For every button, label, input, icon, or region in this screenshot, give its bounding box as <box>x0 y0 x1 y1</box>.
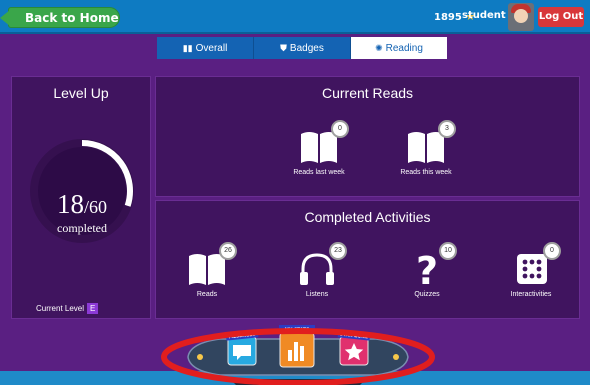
tab-overall[interactable]: ▮▮ Overall <box>157 37 254 59</box>
stat-label: Listens <box>305 291 329 298</box>
book-icon: 26 <box>187 242 237 287</box>
stat-label: Interactivities <box>510 291 552 298</box>
headphones-icon: 23 <box>297 242 347 287</box>
level-up-panel: Level Up 18/60 completed Current Level E <box>11 76 151 319</box>
current-level: Current Level E <box>36 303 99 314</box>
count-badge: 3 <box>438 120 456 138</box>
stats-dock: MESSAGES MY STATS STAR ZONE <box>161 325 435 385</box>
back-to-home-label: Back to Home <box>25 11 119 25</box>
level-up-title: Level Up <box>53 85 109 101</box>
level-progress-completed-label: completed <box>57 221 107 235</box>
question-icon: ? 10 <box>407 242 457 293</box>
dock-light-left <box>197 354 203 360</box>
stat-listens: 23 Listens <box>272 242 362 298</box>
stat-reads: 26 Reads <box>162 242 252 298</box>
count-badge: 26 <box>219 242 237 260</box>
back-to-home-button[interactable]: Back to Home <box>0 7 120 28</box>
stat-label: Reads last week <box>293 169 345 176</box>
tab-badges[interactable]: ⛊ Badges <box>254 37 351 59</box>
count-badge: 23 <box>329 242 347 260</box>
points-value: 1895 <box>434 12 462 23</box>
top-bar: Back to Home 1895 ★ student 1 Log Out <box>0 0 590 34</box>
level-progress-value: 18/60 <box>12 189 152 220</box>
avatar-face <box>514 9 528 23</box>
book-icon: 3 <box>406 120 456 165</box>
gear-icon: ✺ <box>375 43 383 53</box>
logout-button[interactable]: Log Out <box>538 7 584 27</box>
stat-label: Quizzes <box>414 291 440 298</box>
completed-activities-title: Completed Activities <box>304 209 431 225</box>
tab-reading-label: Reading <box>385 43 423 54</box>
bar-chart-icon: ▮▮ <box>182 43 193 53</box>
count-badge: 0 <box>543 242 561 260</box>
current-level-badge: E <box>87 303 99 314</box>
level-progress-total: /60 <box>83 197 107 217</box>
tab-overall-label: Overall <box>195 43 228 54</box>
stat-interactivities: 0 Interactivities <box>486 242 576 298</box>
avatar[interactable] <box>508 3 534 31</box>
back-arrow-icon <box>0 10 10 26</box>
svg-text:?: ? <box>416 251 438 287</box>
stat-reads-this-week: 3 Reads this week <box>381 120 471 176</box>
tab-badges-label: Badges <box>289 43 324 54</box>
stat-quizzes: ? 10 Quizzes <box>382 242 472 298</box>
current-reads-title: Current Reads <box>321 85 414 101</box>
stat-reads-last-week: 0 Reads last week <box>274 120 364 176</box>
dock-light-right <box>393 354 399 360</box>
count-badge: 0 <box>331 120 349 138</box>
dice-icon: 0 <box>511 242 561 287</box>
tab-reading[interactable]: ✺ Reading <box>351 37 447 59</box>
stats-tabs: ▮▮ Overall ⛊ Badges ✺ Reading <box>157 37 447 59</box>
current-reads-panel: Current Reads 0 Reads last week 3 Reads … <box>155 76 580 197</box>
shield-icon: ⛊ <box>280 43 287 53</box>
level-progress-current: 18 <box>56 189 84 219</box>
stat-label: Reads <box>196 291 218 298</box>
current-level-label: Current Level <box>36 304 85 313</box>
completed-activities-panel: Completed Activities 26 Reads 23 Listens… <box>155 200 580 319</box>
stat-label: Reads this week <box>400 169 452 176</box>
book-icon: 0 <box>299 120 349 165</box>
count-badge: 10 <box>439 242 457 260</box>
